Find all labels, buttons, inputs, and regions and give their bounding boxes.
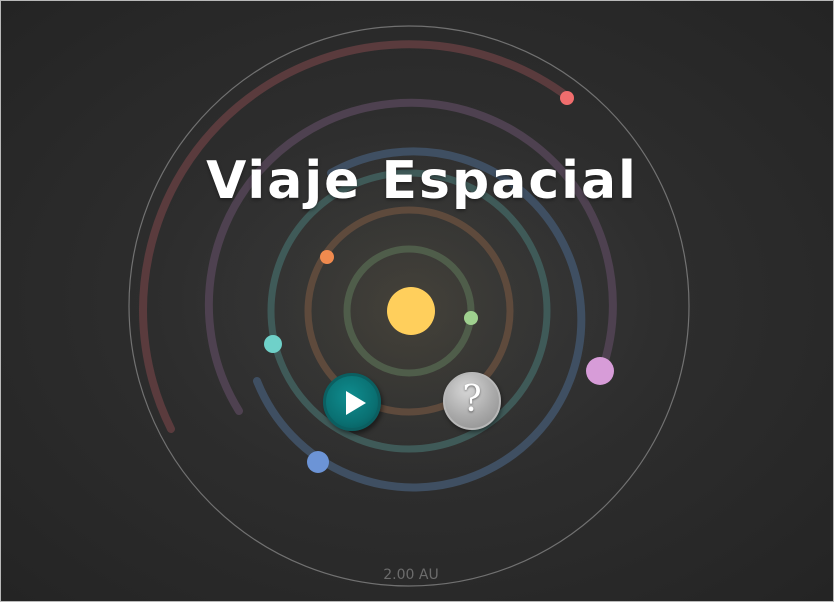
red-planet xyxy=(560,91,574,105)
cyan-planet xyxy=(264,335,282,353)
help-button[interactable]: ? xyxy=(443,372,501,430)
solar-system-scene xyxy=(128,25,690,587)
orange-planet xyxy=(320,250,334,264)
blue-planet xyxy=(307,451,329,473)
game-frame: Viaje Espacial ? 2.00 AU xyxy=(0,0,834,602)
question-mark-icon: ? xyxy=(462,379,482,420)
scale-label: 2.00 AU xyxy=(383,567,439,583)
purple-planet xyxy=(586,357,614,385)
game-title: Viaje Espacial xyxy=(206,151,638,211)
play-icon xyxy=(346,391,366,415)
play-button[interactable] xyxy=(323,373,381,431)
green-planet xyxy=(464,311,478,325)
sun xyxy=(387,287,435,335)
